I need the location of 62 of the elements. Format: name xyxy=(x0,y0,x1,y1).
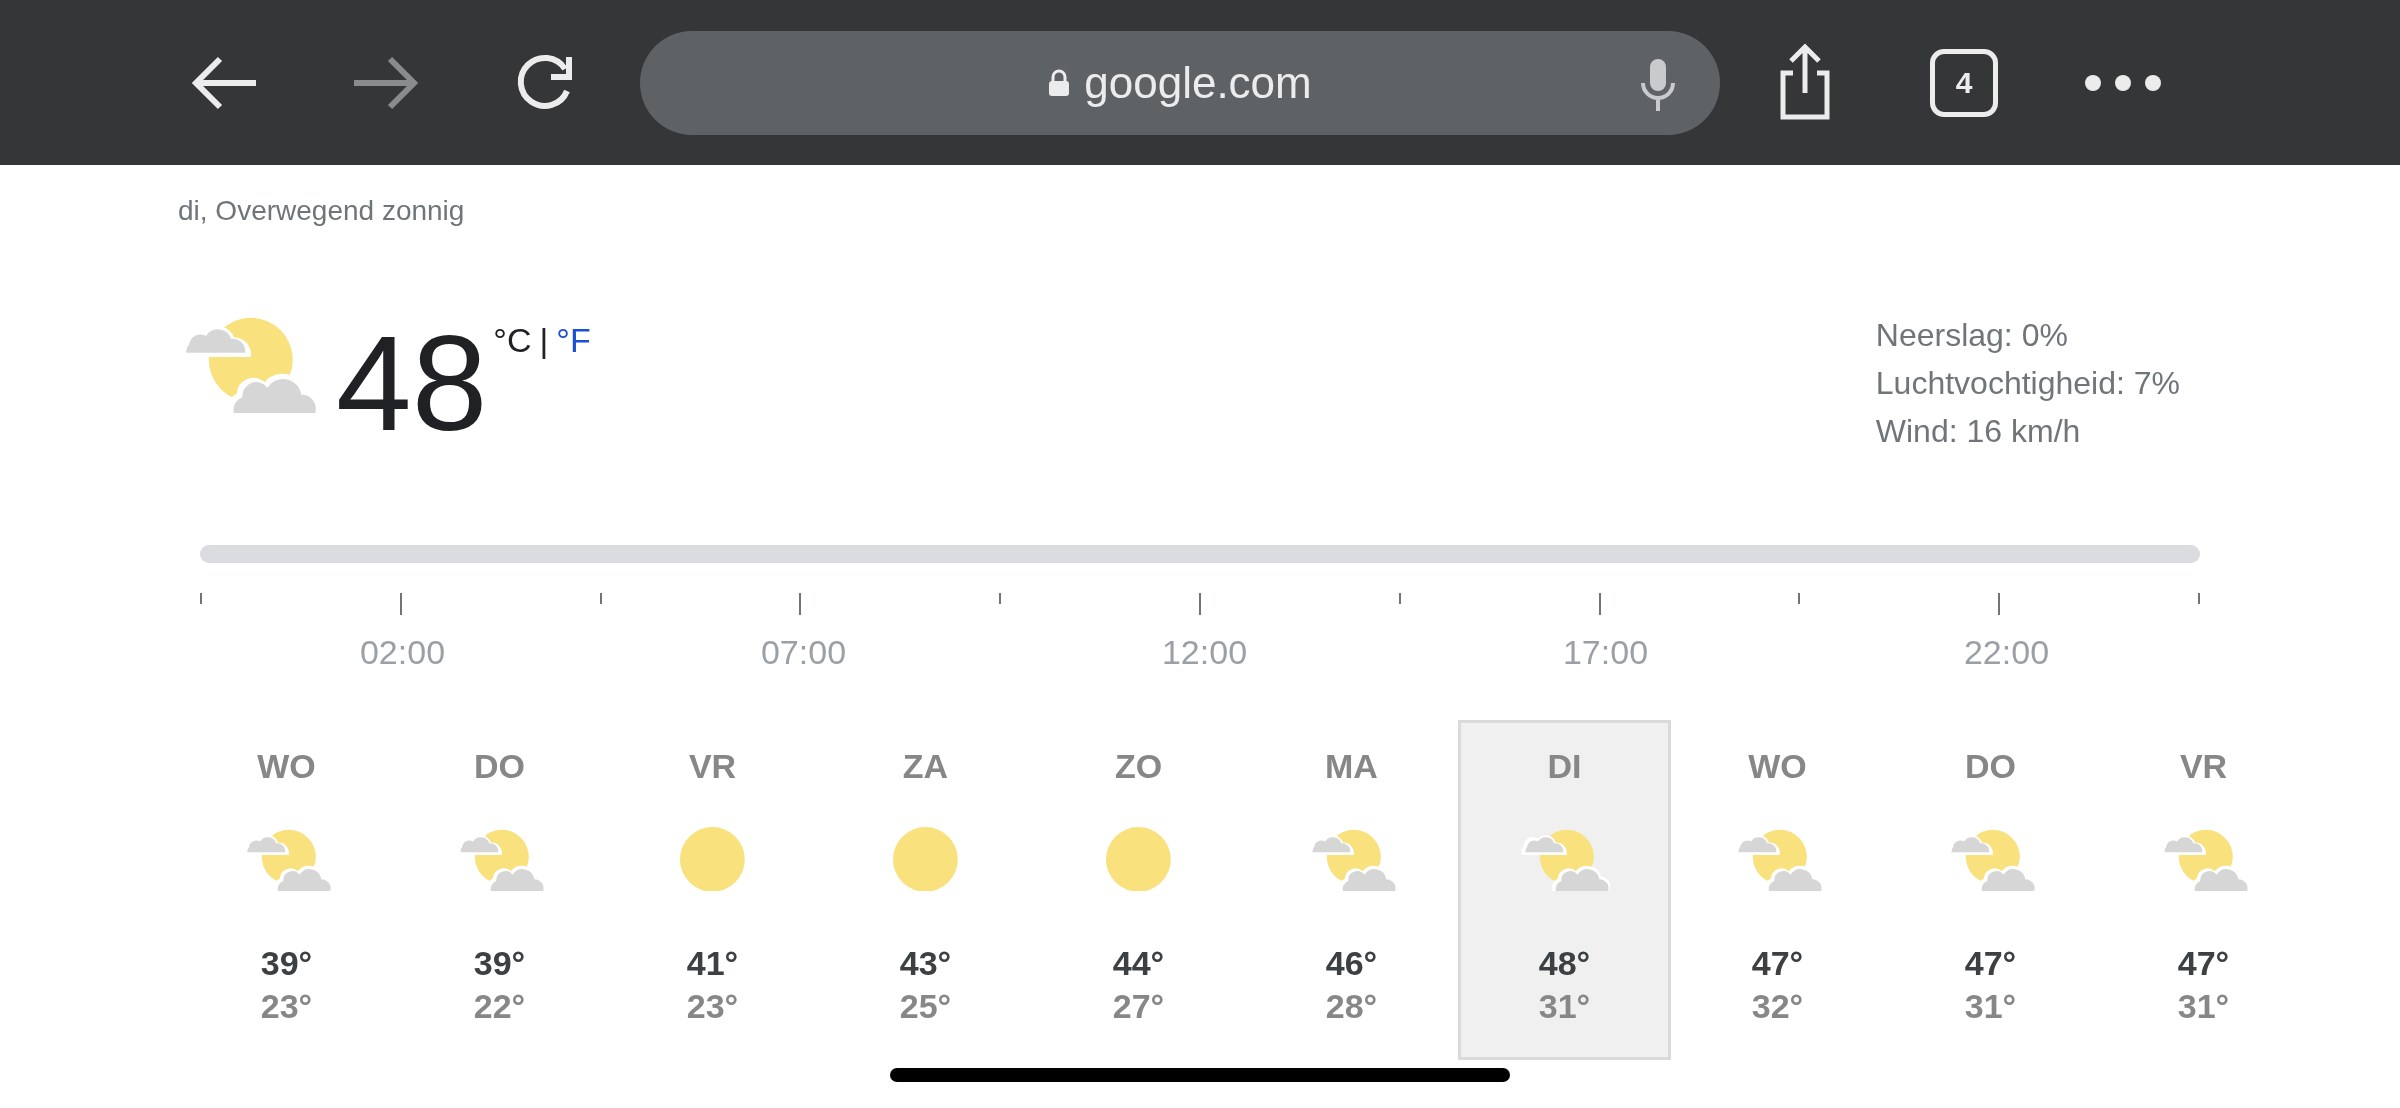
high-temperature: 47° xyxy=(2177,944,2230,983)
low-temperature: 28° xyxy=(1325,987,1378,1026)
low-temperature: 31° xyxy=(1538,987,1591,1026)
day-name: WO xyxy=(1748,747,1807,786)
low-temperature: 31° xyxy=(2177,987,2230,1026)
tabs-button[interactable]: 4 xyxy=(1930,48,1998,117)
high-temperature: 39° xyxy=(260,944,313,983)
day-forecast[interactable]: DO 47° 31° xyxy=(1884,720,2097,1060)
more-icon xyxy=(2085,74,2161,91)
time-label: 07:00 xyxy=(759,633,848,672)
time-label: 02:00 xyxy=(358,633,447,672)
high-temperature: 47° xyxy=(1751,944,1804,983)
low-temperature: 27° xyxy=(1112,987,1165,1026)
high-temperature: 41° xyxy=(686,944,739,983)
low-temperature: 32° xyxy=(1751,987,1804,1026)
high-temperature: 47° xyxy=(1964,944,2017,983)
unit-toggle[interactable]: °F xyxy=(556,321,591,360)
day-forecast[interactable]: VR 47° 31° xyxy=(2097,720,2310,1060)
day-forecast[interactable]: VR 41° 23° xyxy=(606,720,819,1060)
sun-icon xyxy=(1106,826,1171,892)
weather-detail: Luchtvochtigheid: 7% xyxy=(1875,364,2180,403)
low-temperature: 23° xyxy=(260,987,313,1026)
day-name: DO xyxy=(474,747,525,786)
high-temperature: 43° xyxy=(899,944,952,983)
low-temperature: 22° xyxy=(473,987,526,1026)
day-name: VR xyxy=(2179,747,2228,786)
day-forecast[interactable]: DO 39° 22° xyxy=(393,720,606,1060)
time-label: 22:00 xyxy=(1962,633,2051,672)
sun-icon xyxy=(680,826,745,892)
day-forecast[interactable]: MA 46° 28° xyxy=(1245,720,1458,1060)
low-temperature: 23° xyxy=(686,987,739,1026)
high-temperature: 46° xyxy=(1325,944,1378,983)
day-forecast[interactable]: WO 47° 32° xyxy=(1671,720,1884,1060)
day-forecast[interactable]: DI 48° 31° xyxy=(1458,720,1671,1060)
high-temperature: 39° xyxy=(473,944,526,983)
lock-icon xyxy=(1048,68,1071,97)
weather-detail: Wind: 16 km/h xyxy=(1875,412,2082,451)
low-temperature: 31° xyxy=(1964,987,2017,1026)
day-name: WO xyxy=(257,747,316,786)
time-label: 12:00 xyxy=(1160,633,1249,672)
unit-toggle[interactable]: °C xyxy=(493,321,532,360)
day-name: DO xyxy=(1965,747,2016,786)
high-temperature: 48° xyxy=(1538,944,1591,983)
address-bar[interactable]: google.com xyxy=(640,30,1720,135)
low-temperature: 25° xyxy=(899,987,952,1026)
current-temperature: 48 xyxy=(336,315,488,451)
high-temperature: 44° xyxy=(1112,944,1165,983)
day-name: ZA xyxy=(902,747,949,786)
microphone-icon[interactable] xyxy=(1640,56,1676,113)
sun-icon xyxy=(893,826,958,892)
unit-separator: | xyxy=(539,321,549,360)
day-name: VR xyxy=(688,747,737,786)
day-forecast[interactable]: ZA 43° 25° xyxy=(819,720,1032,1060)
day-forecast[interactable]: WO 39° 23° xyxy=(180,720,393,1060)
day-name: MA xyxy=(1325,747,1378,786)
day-name: ZO xyxy=(1114,747,1163,786)
sun-cloud-icon xyxy=(1519,827,1610,891)
weather-condition: di, Overwegend zonnig xyxy=(178,195,466,228)
time-label: 17:00 xyxy=(1561,633,1650,672)
day-forecast[interactable]: ZO 44° 27° xyxy=(1032,720,1245,1060)
weather-detail: Neerslag: 0% xyxy=(1875,316,2069,355)
day-name: DI xyxy=(1547,747,1582,786)
